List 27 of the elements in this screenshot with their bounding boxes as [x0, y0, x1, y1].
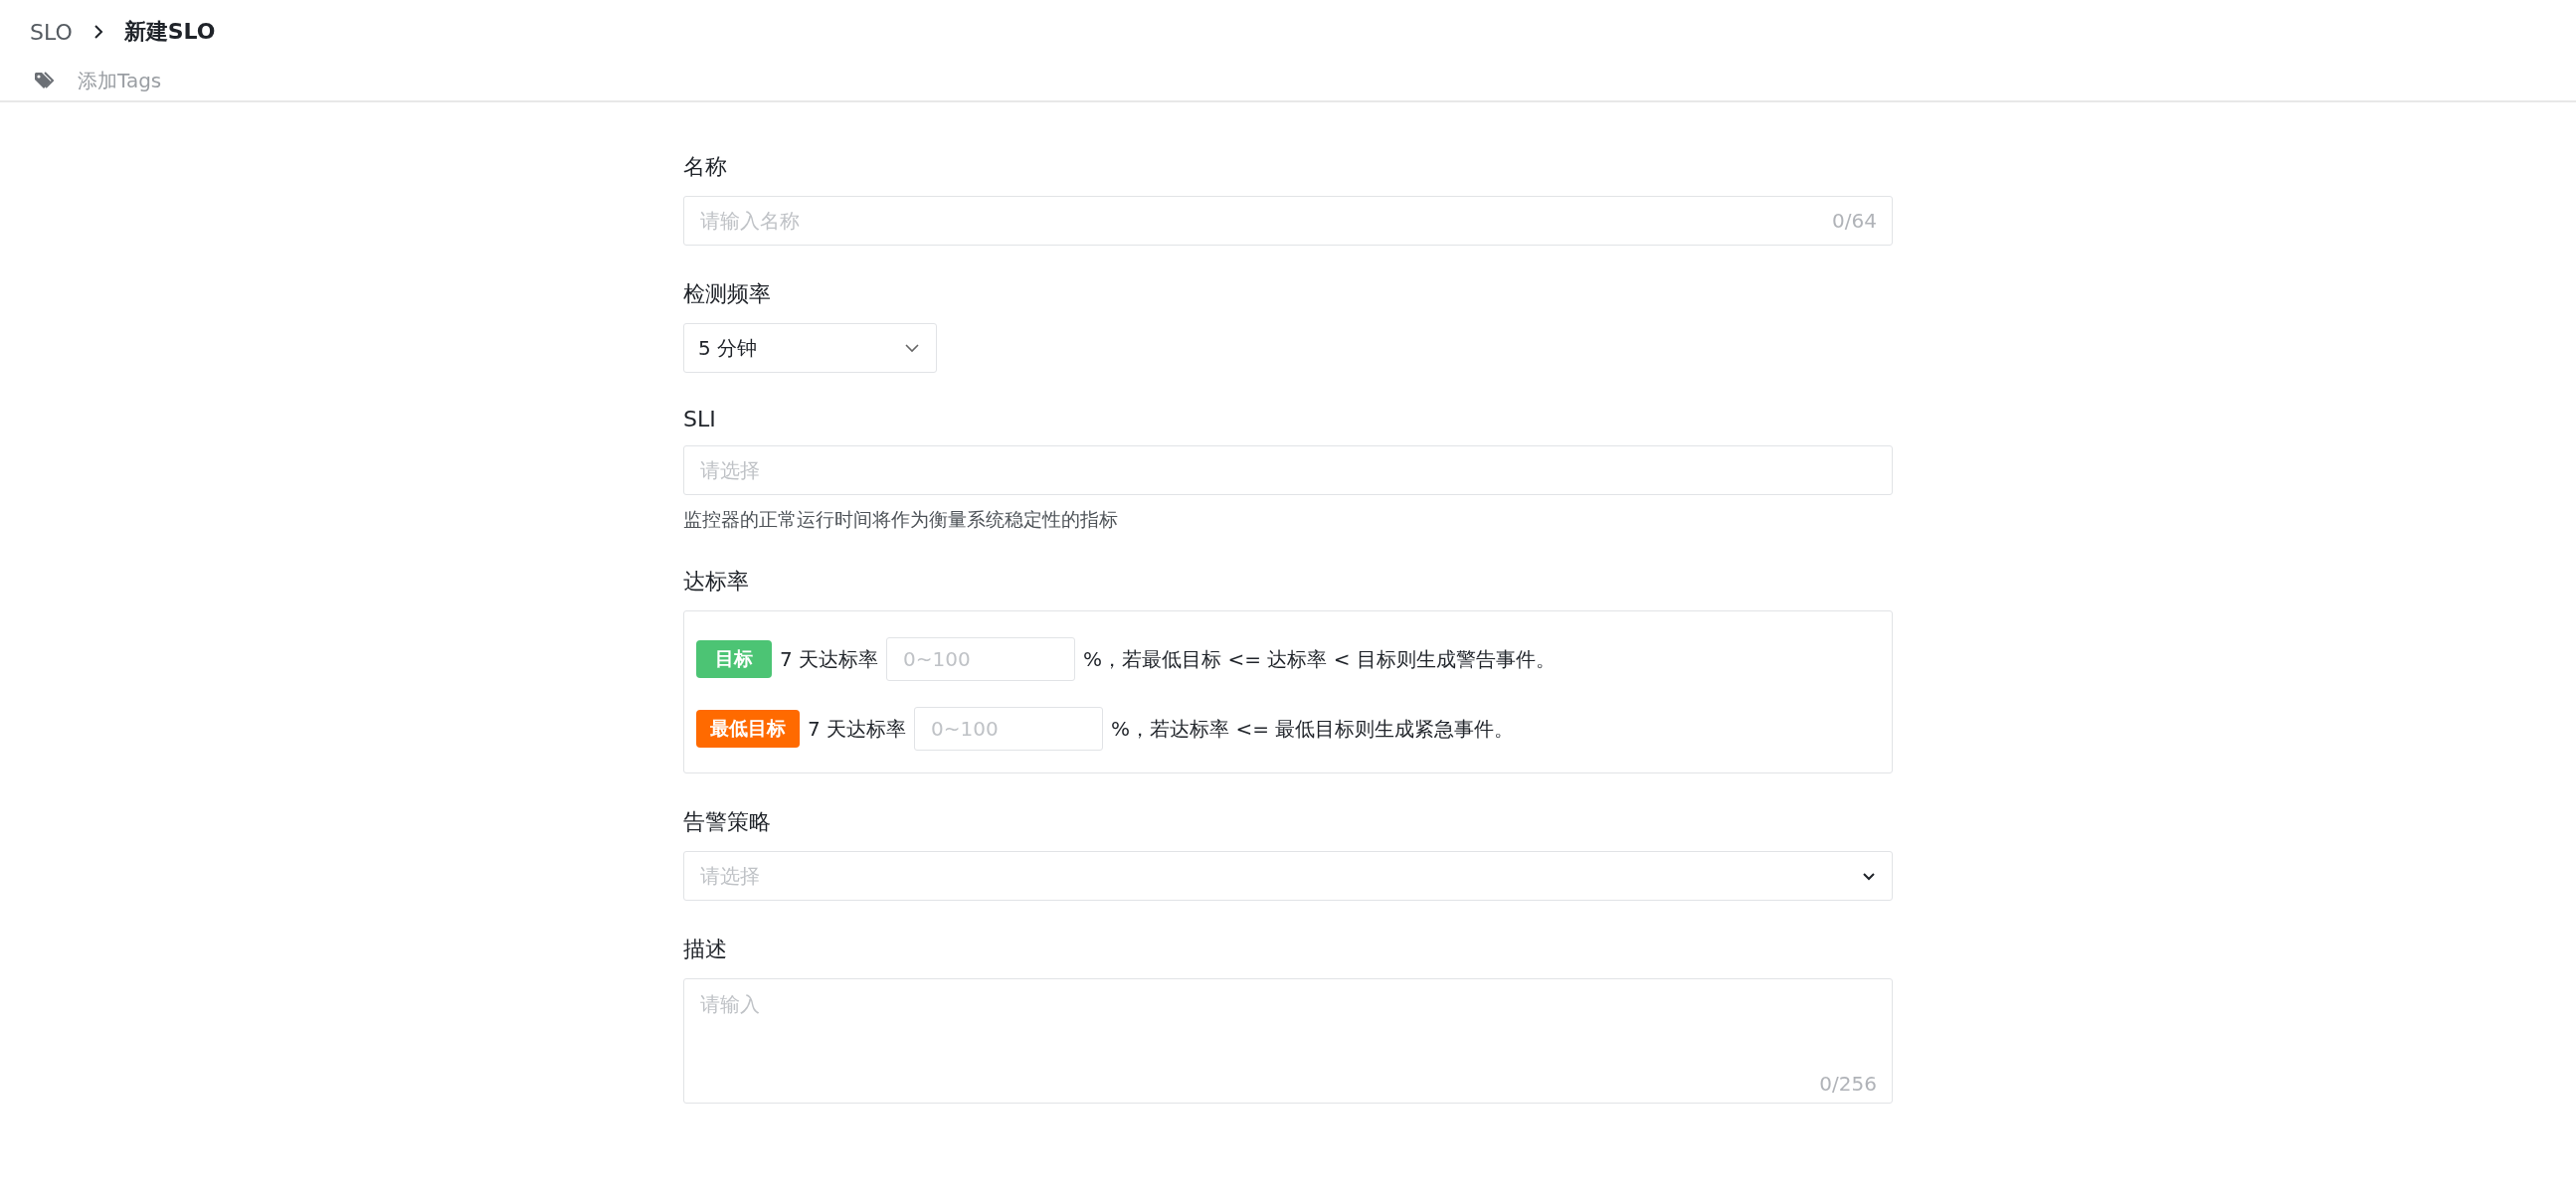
breadcrumb-link[interactable]: SLO [30, 19, 73, 45]
alert-policy-select[interactable]: 请选择 [683, 851, 1893, 901]
field-label: 描述 [683, 936, 728, 963]
field-label: 告警策略 [683, 808, 772, 836]
field-label: SLI [683, 407, 717, 431]
field-label: 名称 [683, 153, 728, 181]
percent-input[interactable]: 0~100 [886, 637, 1076, 681]
rule-text: %，若达标率 <= 最低目标则生成紧急事件。 [1111, 715, 1515, 743]
chevron-right-icon [92, 24, 104, 40]
tag-icon [34, 71, 56, 91]
field-label: 达标率 [683, 568, 750, 596]
sli-select[interactable]: 请选择 [683, 445, 1893, 495]
chevron-down-icon [1862, 871, 1876, 881]
frequency-select[interactable]: 5 分钟 [683, 323, 937, 373]
period-label: 7 天达标率 [780, 645, 879, 673]
add-tags-link[interactable]: 添加Tags [78, 68, 162, 94]
percent-input[interactable]: 0~100 [914, 707, 1104, 751]
rule-text: %，若最低目标 <= 达标率 < 目标则生成警告事件。 [1083, 645, 1556, 673]
field-label: 检测频率 [683, 280, 772, 308]
target-tag: 最低目标 [696, 710, 800, 748]
help-text: 监控器的正常运行时间将作为衡量系统稳定性的指标 [683, 507, 1119, 532]
target-tag: 目标 [696, 640, 772, 678]
character-counter: 0/256 [1819, 1072, 1877, 1096]
page-title: 新建SLO [123, 18, 216, 46]
character-counter: 0/64 [1832, 209, 1877, 233]
period-label: 7 天达标率 [808, 715, 907, 743]
chevron-down-icon [904, 343, 920, 353]
